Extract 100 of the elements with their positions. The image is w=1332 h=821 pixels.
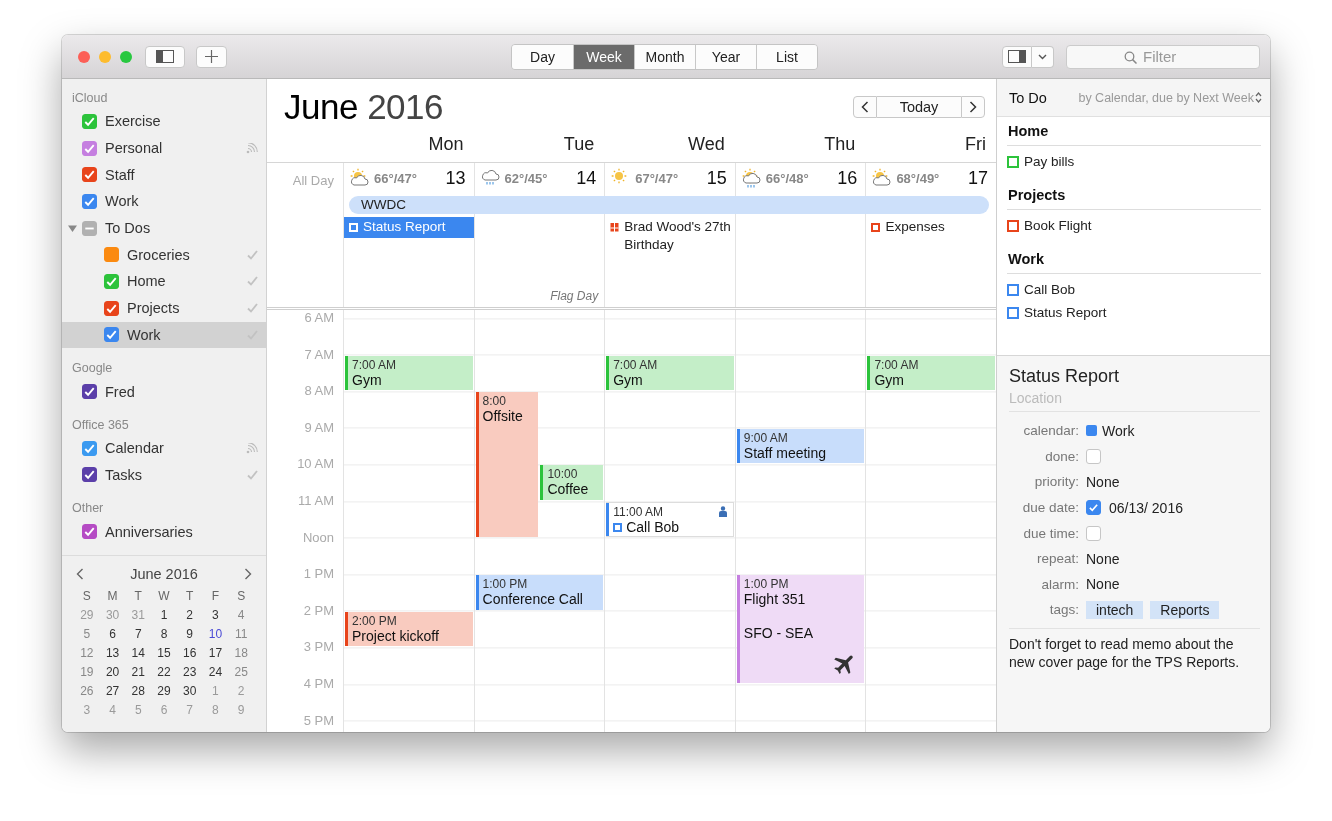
calendar-checkbox[interactable] [104,247,119,263]
todo-checkbox[interactable] [1007,306,1019,319]
field-value[interactable]: None [1086,474,1120,490]
today-button[interactable]: Today [877,95,961,118]
todo-checkbox[interactable] [1007,283,1019,296]
todo-item[interactable]: Book Flight [1007,214,1261,237]
checkbox[interactable] [1086,448,1101,464]
view-tab[interactable]: Month [634,45,695,69]
mini-calendar-day[interactable]: 9 [176,625,203,643]
all-day-task[interactable]: Status Report [344,217,474,238]
calendar-checkbox[interactable] [82,140,97,156]
calendar-checkbox[interactable] [82,524,97,540]
todo-item[interactable]: Call Bob [1007,278,1261,301]
calendar-checkbox[interactable] [82,113,97,129]
mini-calendar-day[interactable]: 15 [151,644,177,662]
search-field[interactable]: Filter [1066,44,1260,69]
calendar-list-item[interactable]: Groceries [62,241,266,269]
view-tab[interactable]: Year [695,45,756,69]
mini-calendar-day[interactable]: 22 [151,663,177,681]
calendar-checkbox[interactable] [82,167,97,183]
mini-calendar-day[interactable]: 27 [99,682,126,700]
todo-checkbox[interactable] [1007,219,1019,232]
previous-week-button[interactable] [853,95,877,118]
calendar-checkbox[interactable] [82,220,97,236]
calendar-checkbox[interactable] [82,193,97,209]
mini-calendar-day[interactable]: 28 [125,682,152,700]
disclosure-triangle-icon[interactable] [68,223,77,233]
mini-calendar-day[interactable]: 14 [125,644,152,662]
calendar-event[interactable]: 11:00 AM Call Bob [606,502,734,537]
calendar-event[interactable]: 7:00 AM Gym [345,355,473,391]
calendar-checkbox[interactable] [104,327,119,343]
mini-calendar-day[interactable]: 29 [151,682,177,700]
mini-calendar-day[interactable]: 20 [99,663,126,681]
calendar-event[interactable]: 8:00 Offsite [475,392,539,537]
tag[interactable]: intech [1086,600,1144,619]
field-value[interactable]: Work [1102,422,1135,439]
calendar-event[interactable]: 9:00 AM Staff meeting [736,428,865,464]
mini-calendar-day[interactable]: 17 [202,644,229,662]
calendar-checkbox[interactable] [104,273,119,289]
calendar-event[interactable]: 1:00 PM Flight 351 SFO - SEA [736,575,865,683]
mini-calendar-day[interactable]: 8 [151,625,177,643]
close-button[interactable] [78,50,90,63]
next-week-button[interactable] [961,95,985,118]
calendar-list-item[interactable]: Work [62,188,266,215]
calendar-checkbox[interactable] [82,440,97,456]
calendar-list-item[interactable]: Projects [62,294,266,322]
view-tab[interactable]: Day [512,45,573,69]
calendar-list-item[interactable]: Tasks [62,461,266,489]
sidebar-toggle-button[interactable] [145,45,185,68]
location-field[interactable]: Location [1009,387,1260,412]
calendar-list-item[interactable]: Fred [62,378,266,405]
calendar-event[interactable]: 7:00 AM Gym [606,355,734,391]
view-tab[interactable]: Week [573,45,634,69]
field-value[interactable]: None [1086,550,1120,567]
mini-calendar-day[interactable]: 13 [99,644,126,662]
mini-calendar-day[interactable]: 23 [176,663,203,681]
field-label: done: [1044,448,1079,464]
todo-item[interactable]: Pay bills [1007,150,1261,173]
calendar-event[interactable]: 2:00 PM Project kickoff [345,611,473,647]
inspector-menu-button[interactable] [1032,45,1054,68]
calendar-list-item[interactable]: Work [62,321,266,349]
calendar-list-item[interactable]: Calendar [62,434,266,462]
all-day-event[interactable]: WWDC [349,196,989,214]
calendar-list-item[interactable]: Personal [62,134,266,162]
calendar-list-item[interactable]: Anniversaries [62,518,266,545]
calendar-list-item[interactable]: Exercise [62,108,266,135]
inspector-toggle-button[interactable] [1002,45,1032,68]
todo-item[interactable]: Status Report [1007,301,1261,324]
checkbox[interactable] [1086,500,1101,516]
checkbox[interactable] [1086,525,1101,541]
calendar-event[interactable]: 7:00 AM Gym [867,355,995,391]
field-value[interactable]: None [1086,576,1120,593]
calendar-list-item[interactable]: Staff [62,161,266,189]
calendar-checkbox[interactable] [104,300,119,316]
mini-calendar-day[interactable]: 24 [202,663,229,681]
tag[interactable]: Reports [1150,600,1220,619]
mini-calendar-day[interactable]: 3 [202,606,229,624]
account-header: Office 365 [71,416,130,434]
week-title: June 2016 [284,86,443,127]
calendar-checkbox[interactable] [82,467,97,483]
mini-calendar-day[interactable]: 1 [151,606,177,624]
calendar-event[interactable]: 10:00 Coffee [540,465,604,500]
weekday-header: Fri [964,134,987,155]
mini-calendar-day[interactable]: 21 [125,663,152,681]
calendar-event[interactable]: 1:00 PM Conference Call [475,575,604,610]
mini-calendar-day[interactable]: 10 [202,625,229,643]
mini-calendar-day[interactable]: 30 [176,682,203,700]
mini-calendar-day[interactable]: 2 [176,606,203,624]
birthday-event[interactable]: Brad Wood's 27th Birthday [605,217,735,256]
calendar-checkbox[interactable] [82,384,97,400]
todo-checkbox[interactable] [1007,155,1019,168]
calendar-list-item[interactable]: Home [62,268,266,295]
mini-calendar-day[interactable]: 6 [99,625,126,643]
mini-calendar-day[interactable]: 7 [125,625,152,643]
view-tab[interactable]: List [756,45,817,69]
add-button[interactable] [196,45,227,68]
calendar-list-item[interactable]: To Dos [62,214,266,242]
field-value[interactable]: 06/13/ 2016 [1109,499,1183,516]
mini-calendar-day[interactable]: 16 [176,644,203,662]
all-day-task[interactable]: Expenses [866,217,996,238]
